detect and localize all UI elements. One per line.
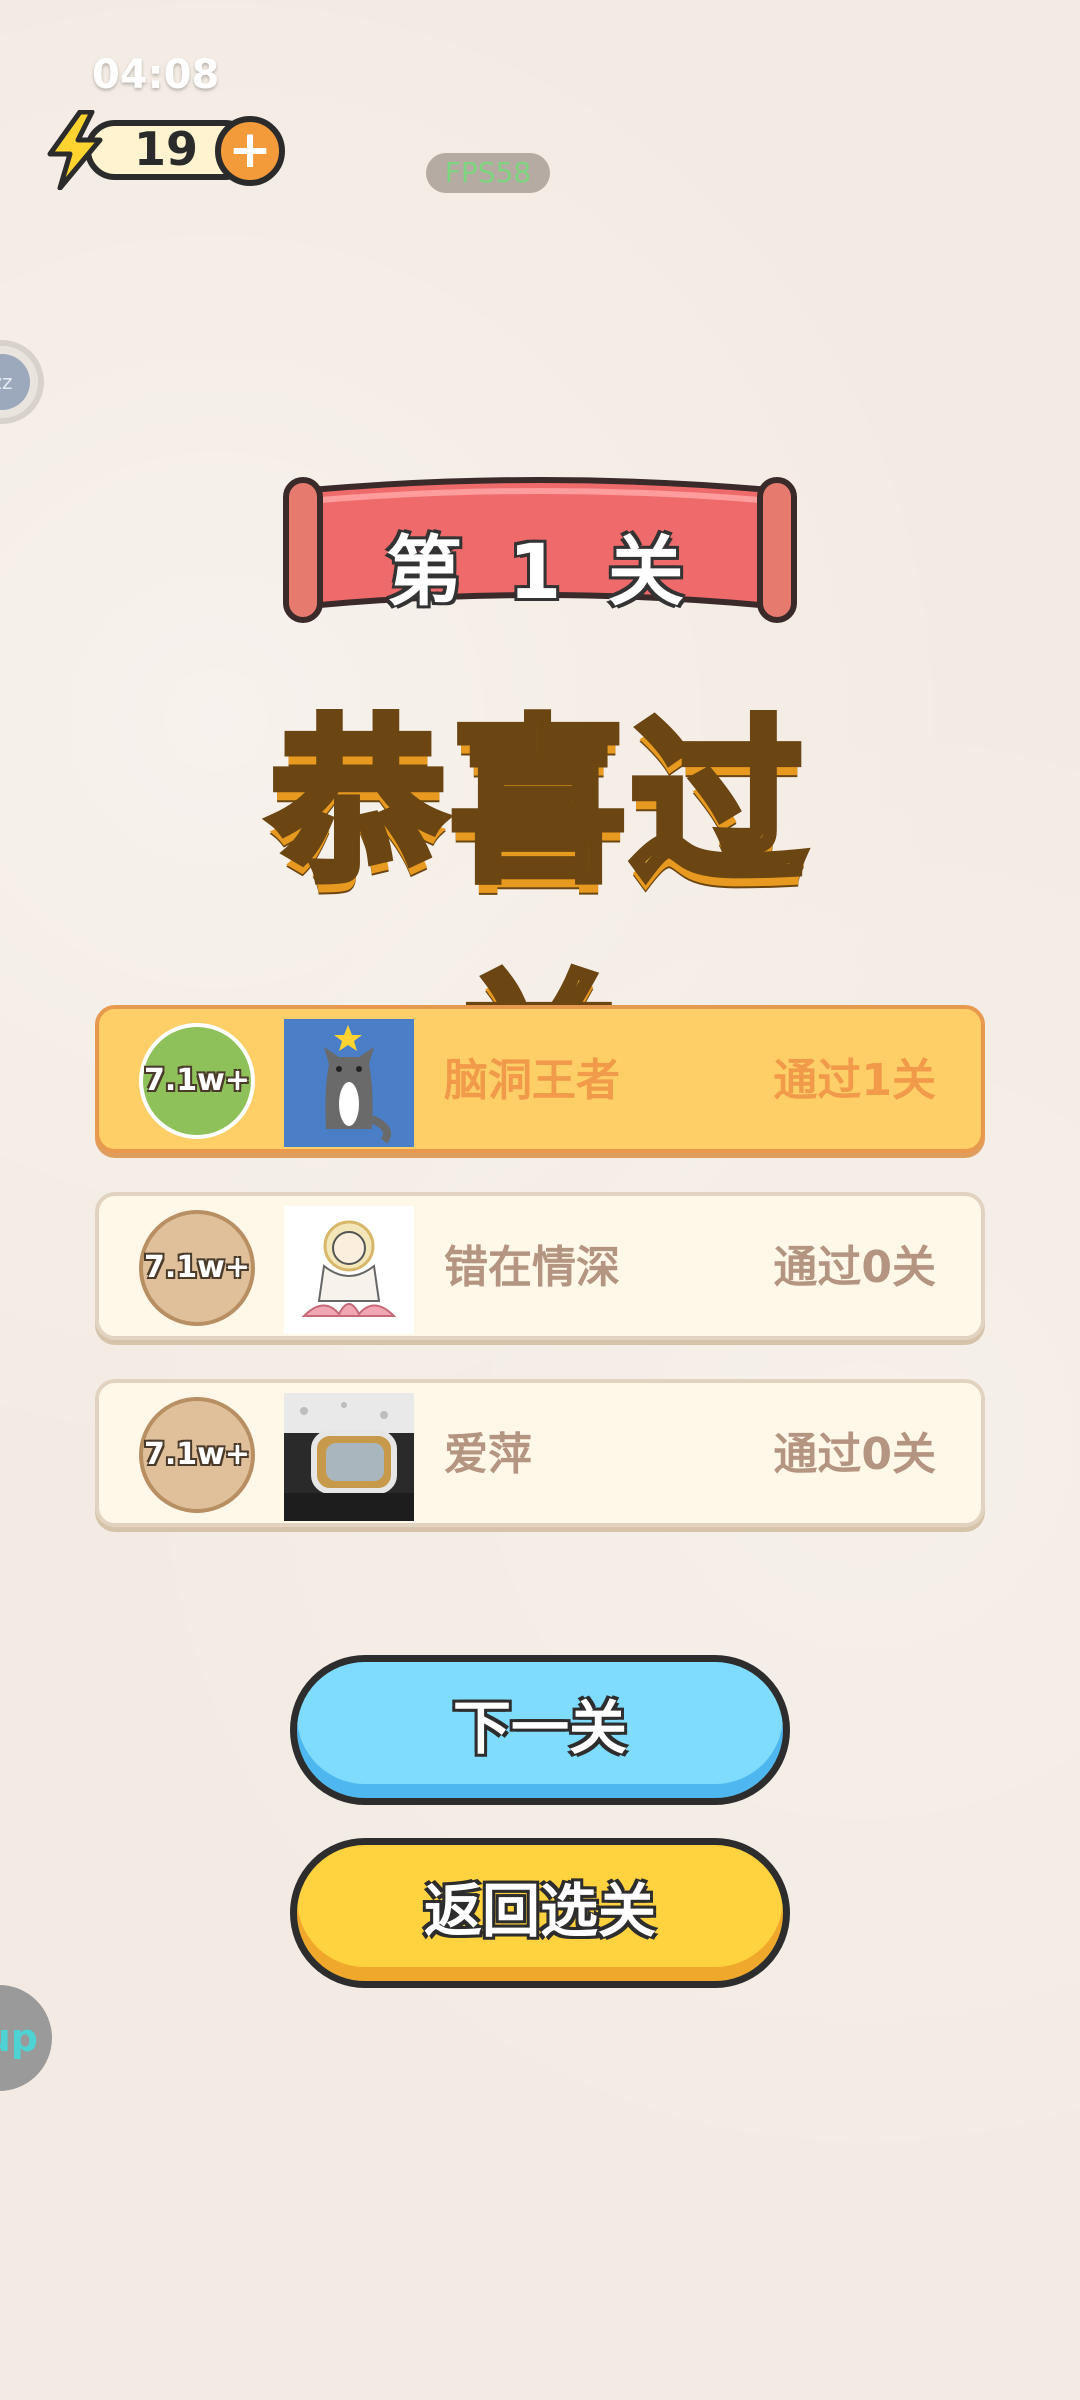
- lotus-figure-avatar-icon: [284, 1206, 414, 1334]
- players-count-badge: 7.1w+: [139, 1023, 255, 1139]
- players-count-badge: 7.1w+: [139, 1397, 255, 1513]
- add-energy-button[interactable]: +: [215, 116, 285, 186]
- players-count-badge: 7.1w+: [139, 1210, 255, 1326]
- level-number-text: 第 1 关: [386, 527, 694, 616]
- level-banner: 第 1 关: [280, 470, 800, 630]
- avatar: [284, 1019, 414, 1147]
- player-name: 脑洞王者: [444, 1055, 620, 1106]
- avatar: [284, 1206, 414, 1334]
- floating-sleep-widget[interactable]: zz: [0, 340, 44, 424]
- sleep-icon: zz: [0, 354, 30, 410]
- player-progress: 通过0关: [773, 1242, 936, 1293]
- player-name: 爱萍: [444, 1429, 532, 1480]
- energy-value: 19: [133, 122, 198, 176]
- cat-avatar-icon: [284, 1019, 414, 1147]
- up-label: up: [0, 2016, 38, 2060]
- lightning-icon: [47, 110, 103, 190]
- player-progress: 通过1关: [773, 1055, 936, 1106]
- floating-up-widget[interactable]: up: [0, 1985, 52, 2091]
- back-to-level-select-button[interactable]: 返回选关: [290, 1838, 790, 1988]
- energy-counter: 19 +: [40, 110, 285, 190]
- ranking-row: 7.1w+ 爱萍 通过0关: [95, 1379, 985, 1527]
- fps-indicator: FPS58: [426, 153, 550, 193]
- ranking-row: 7.1w+ 脑洞王者 通过1关: [95, 1005, 985, 1153]
- player-name: 错在情深: [444, 1242, 620, 1293]
- player-progress: 通过0关: [773, 1429, 936, 1480]
- car-mirror-avatar-icon: [284, 1393, 414, 1521]
- avatar: [284, 1393, 414, 1521]
- clock-time: 04:08: [92, 52, 220, 98]
- next-level-button[interactable]: 下一关: [290, 1655, 790, 1805]
- ranking-row: 7.1w+ 错在情深 通过0关: [95, 1192, 985, 1340]
